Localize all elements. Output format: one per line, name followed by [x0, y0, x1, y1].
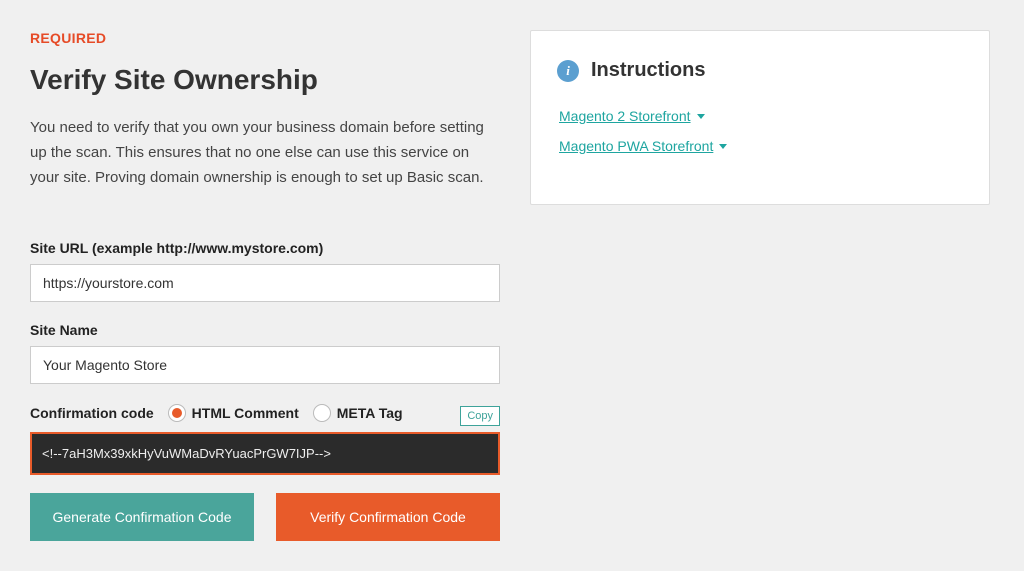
copy-button[interactable]: Copy: [460, 406, 500, 426]
chevron-down-icon: [719, 144, 727, 149]
chevron-down-icon: [697, 114, 705, 119]
instructions-panel: i Instructions Magento 2 Storefront Mage…: [530, 30, 990, 205]
confirmation-code-value: <!--7aH3Mx39xkHyVuWMaDvRYuacPrGW7IJP-->: [30, 432, 500, 475]
site-name-input[interactable]: [30, 346, 500, 384]
site-url-label: Site URL (example http://www.mystore.com…: [30, 240, 500, 256]
info-icon: i: [557, 60, 579, 82]
generate-code-button[interactable]: Generate Confirmation Code: [30, 493, 254, 541]
link-magento-2-storefront[interactable]: Magento 2 Storefront: [559, 108, 691, 124]
radio-meta-tag[interactable]: [313, 404, 331, 422]
site-name-label: Site Name: [30, 322, 500, 338]
radio-html-comment-label: HTML Comment: [192, 405, 299, 421]
required-label: REQUIRED: [30, 30, 500, 46]
verify-code-button[interactable]: Verify Confirmation Code: [276, 493, 500, 541]
radio-meta-tag-label: META Tag: [337, 405, 403, 421]
confirmation-code-label: Confirmation code: [30, 405, 154, 421]
site-url-input[interactable]: [30, 264, 500, 302]
page-description: You need to verify that you own your bus…: [30, 116, 500, 190]
page-title: Verify Site Ownership: [30, 64, 500, 96]
instructions-title: Instructions: [591, 59, 705, 82]
radio-html-comment[interactable]: [168, 404, 186, 422]
link-magento-pwa-storefront[interactable]: Magento PWA Storefront: [559, 138, 713, 154]
